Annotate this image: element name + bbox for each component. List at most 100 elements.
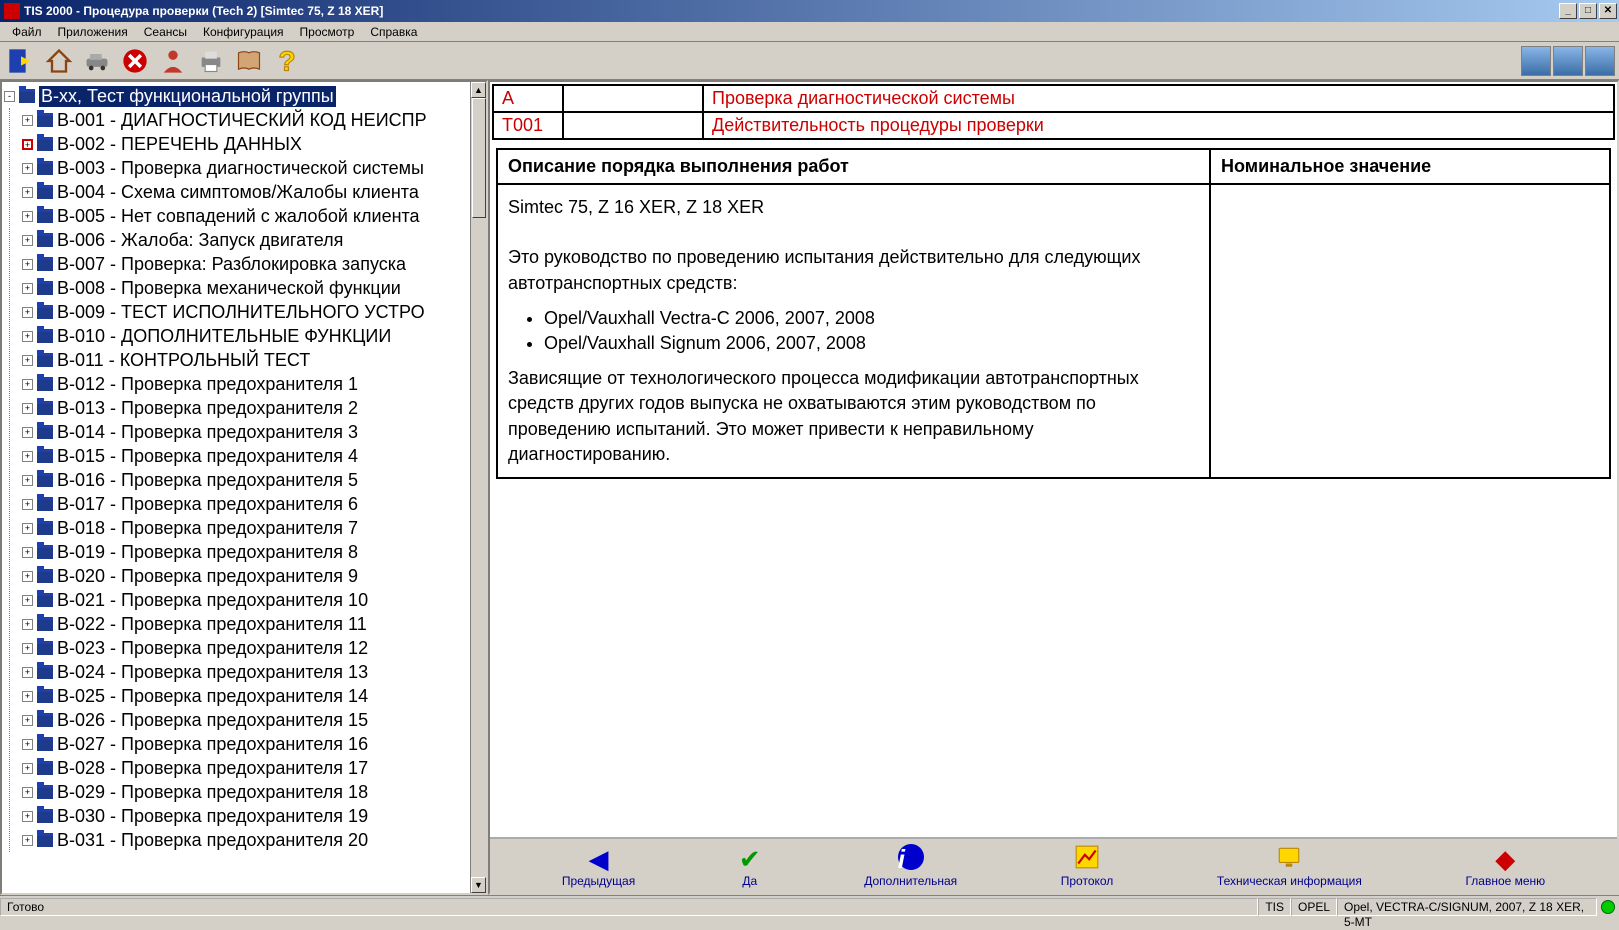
- tree-item[interactable]: +B-017 - Проверка предохранителя 6: [22, 492, 468, 516]
- tree-item[interactable]: +B-005 - Нет совпадений с жалобой клиент…: [22, 204, 468, 228]
- expand-icon[interactable]: +: [22, 571, 33, 582]
- expand-icon[interactable]: +: [22, 115, 33, 126]
- close-button[interactable]: ✕: [1599, 3, 1617, 19]
- expand-icon[interactable]: +: [22, 379, 33, 390]
- expand-icon[interactable]: +: [22, 259, 33, 270]
- tree-root-node[interactable]: - B-xx, Тест функциональной группы: [4, 84, 468, 108]
- menu-file[interactable]: Файл: [4, 23, 50, 41]
- tree-item[interactable]: +B-025 - Проверка предохранителя 14: [22, 684, 468, 708]
- expand-icon[interactable]: +: [22, 811, 33, 822]
- expand-icon[interactable]: +: [22, 331, 33, 342]
- expand-icon[interactable]: +: [22, 763, 33, 774]
- expand-icon[interactable]: +: [22, 667, 33, 678]
- scroll-down-icon[interactable]: ▼: [471, 877, 486, 893]
- tree-item[interactable]: +B-010 - ДОПОЛНИТЕЛЬНЫЕ ФУНКЦИИ: [22, 324, 468, 348]
- print-icon[interactable]: [194, 44, 228, 78]
- tree-item[interactable]: +B-008 - Проверка механической функции: [22, 276, 468, 300]
- expand-icon[interactable]: +: [22, 619, 33, 630]
- menu-help[interactable]: Справка: [362, 23, 425, 41]
- right-tool-3[interactable]: [1585, 46, 1615, 76]
- tree-item[interactable]: +B-007 - Проверка: Разблокировка запуска: [22, 252, 468, 276]
- expand-icon[interactable]: +: [22, 523, 33, 534]
- expand-icon[interactable]: +: [22, 211, 33, 222]
- tree-item[interactable]: +B-003 - Проверка диагностической систем…: [22, 156, 468, 180]
- expand-icon[interactable]: +: [22, 739, 33, 750]
- tree-item[interactable]: +B-002 - ПЕРЕЧЕНЬ ДАННЫХ: [22, 132, 468, 156]
- tree-item[interactable]: +B-006 - Жалоба: Запуск двигателя: [22, 228, 468, 252]
- expand-icon[interactable]: +: [22, 787, 33, 798]
- expand-icon[interactable]: +: [22, 307, 33, 318]
- tree-item[interactable]: +B-011 - КОНТРОЛЬНЫЙ ТЕСТ: [22, 348, 468, 372]
- person-icon[interactable]: [156, 44, 190, 78]
- exit-icon[interactable]: [4, 44, 38, 78]
- expand-icon[interactable]: +: [22, 475, 33, 486]
- tree-item[interactable]: +B-019 - Проверка предохранителя 8: [22, 540, 468, 564]
- tree-item[interactable]: +B-030 - Проверка предохранителя 19: [22, 804, 468, 828]
- yes-button[interactable]: ✔ Да: [739, 844, 761, 888]
- help-icon[interactable]: ?: [270, 44, 304, 78]
- expand-icon[interactable]: +: [22, 643, 33, 654]
- minimize-button[interactable]: _: [1559, 3, 1577, 19]
- menu-config[interactable]: Конфигурация: [195, 23, 292, 41]
- menu-view[interactable]: Просмотр: [292, 23, 363, 41]
- tree-item[interactable]: +B-026 - Проверка предохранителя 15: [22, 708, 468, 732]
- maximize-button[interactable]: □: [1579, 3, 1597, 19]
- tree-item[interactable]: +B-013 - Проверка предохранителя 2: [22, 396, 468, 420]
- expand-icon[interactable]: +: [22, 355, 33, 366]
- expand-icon[interactable]: +: [22, 427, 33, 438]
- expand-icon[interactable]: +: [22, 283, 33, 294]
- right-tool-2[interactable]: [1553, 46, 1583, 76]
- mainmenu-button[interactable]: ◆ Главное меню: [1465, 844, 1545, 888]
- book-icon[interactable]: [232, 44, 266, 78]
- check-icon: ✔: [739, 844, 761, 874]
- tree-item[interactable]: +B-001 - ДИАГНОСТИЧЕСКИЙ КОД НЕИСПР: [22, 108, 468, 132]
- expand-icon[interactable]: +: [22, 547, 33, 558]
- stop-icon[interactable]: [118, 44, 152, 78]
- expand-icon[interactable]: +: [22, 163, 33, 174]
- prev-button[interactable]: ◀ Предыдущая: [562, 844, 635, 888]
- tree-item[interactable]: +B-014 - Проверка предохранителя 3: [22, 420, 468, 444]
- tree-item[interactable]: +B-018 - Проверка предохранителя 7: [22, 516, 468, 540]
- expand-icon[interactable]: +: [22, 595, 33, 606]
- expand-icon[interactable]: +: [22, 139, 33, 150]
- expand-icon[interactable]: +: [22, 835, 33, 846]
- collapse-icon[interactable]: -: [4, 91, 15, 102]
- tree-item[interactable]: +B-024 - Проверка предохранителя 13: [22, 660, 468, 684]
- tree-item-label: B-004 - Схема симптомов/Жалобы клиента: [57, 182, 419, 203]
- expand-icon[interactable]: +: [22, 187, 33, 198]
- tree-scrollbar[interactable]: ▲ ▼: [470, 82, 486, 893]
- description-table: Описание порядка выполнения работ Номина…: [496, 148, 1611, 479]
- right-tool-1[interactable]: [1521, 46, 1551, 76]
- tree-item[interactable]: +B-020 - Проверка предохранителя 9: [22, 564, 468, 588]
- scroll-up-icon[interactable]: ▲: [471, 82, 486, 98]
- tree-item[interactable]: + B-004 - Схема симптомов/Жалобы клиента: [22, 180, 468, 204]
- tree-item[interactable]: +B-015 - Проверка предохранителя 4: [22, 444, 468, 468]
- tree-item[interactable]: +B-031 - Проверка предохранителя 20: [22, 828, 468, 852]
- tree-item[interactable]: +B-029 - Проверка предохранителя 18: [22, 780, 468, 804]
- extra-button[interactable]: i Дополнительная: [864, 844, 957, 888]
- tree-root-label: B-xx, Тест функциональной группы: [39, 86, 336, 107]
- expand-icon[interactable]: +: [22, 715, 33, 726]
- home-icon[interactable]: [42, 44, 76, 78]
- tree-item[interactable]: +B-027 - Проверка предохранителя 16: [22, 732, 468, 756]
- car-icon[interactable]: [80, 44, 114, 78]
- window-controls: _ □ ✕: [1557, 3, 1617, 19]
- tree-item[interactable]: +B-021 - Проверка предохранителя 10: [22, 588, 468, 612]
- expand-icon[interactable]: +: [22, 403, 33, 414]
- expand-icon[interactable]: +: [22, 235, 33, 246]
- expand-icon[interactable]: +: [22, 451, 33, 462]
- menu-sessions[interactable]: Сеансы: [136, 23, 195, 41]
- tree-item[interactable]: +B-023 - Проверка предохранителя 12: [22, 636, 468, 660]
- techinfo-button[interactable]: Техническая информация: [1217, 844, 1362, 888]
- tree-item[interactable]: +B-022 - Проверка предохранителя 11: [22, 612, 468, 636]
- tree-item[interactable]: +B-016 - Проверка предохранителя 5: [22, 468, 468, 492]
- tree-item[interactable]: +B-028 - Проверка предохранителя 17: [22, 756, 468, 780]
- protocol-button[interactable]: Протокол: [1061, 844, 1114, 888]
- menu-apps[interactable]: Приложения: [50, 23, 136, 41]
- tree-item[interactable]: +B-012 - Проверка предохранителя 1: [22, 372, 468, 396]
- scroll-thumb[interactable]: [472, 98, 486, 218]
- expand-icon[interactable]: +: [22, 691, 33, 702]
- tree-item[interactable]: +B-009 - ТЕСТ ИСПОЛНИТЕЛЬНОГО УСТРО: [22, 300, 468, 324]
- desc-nominal: [1210, 184, 1610, 478]
- expand-icon[interactable]: +: [22, 499, 33, 510]
